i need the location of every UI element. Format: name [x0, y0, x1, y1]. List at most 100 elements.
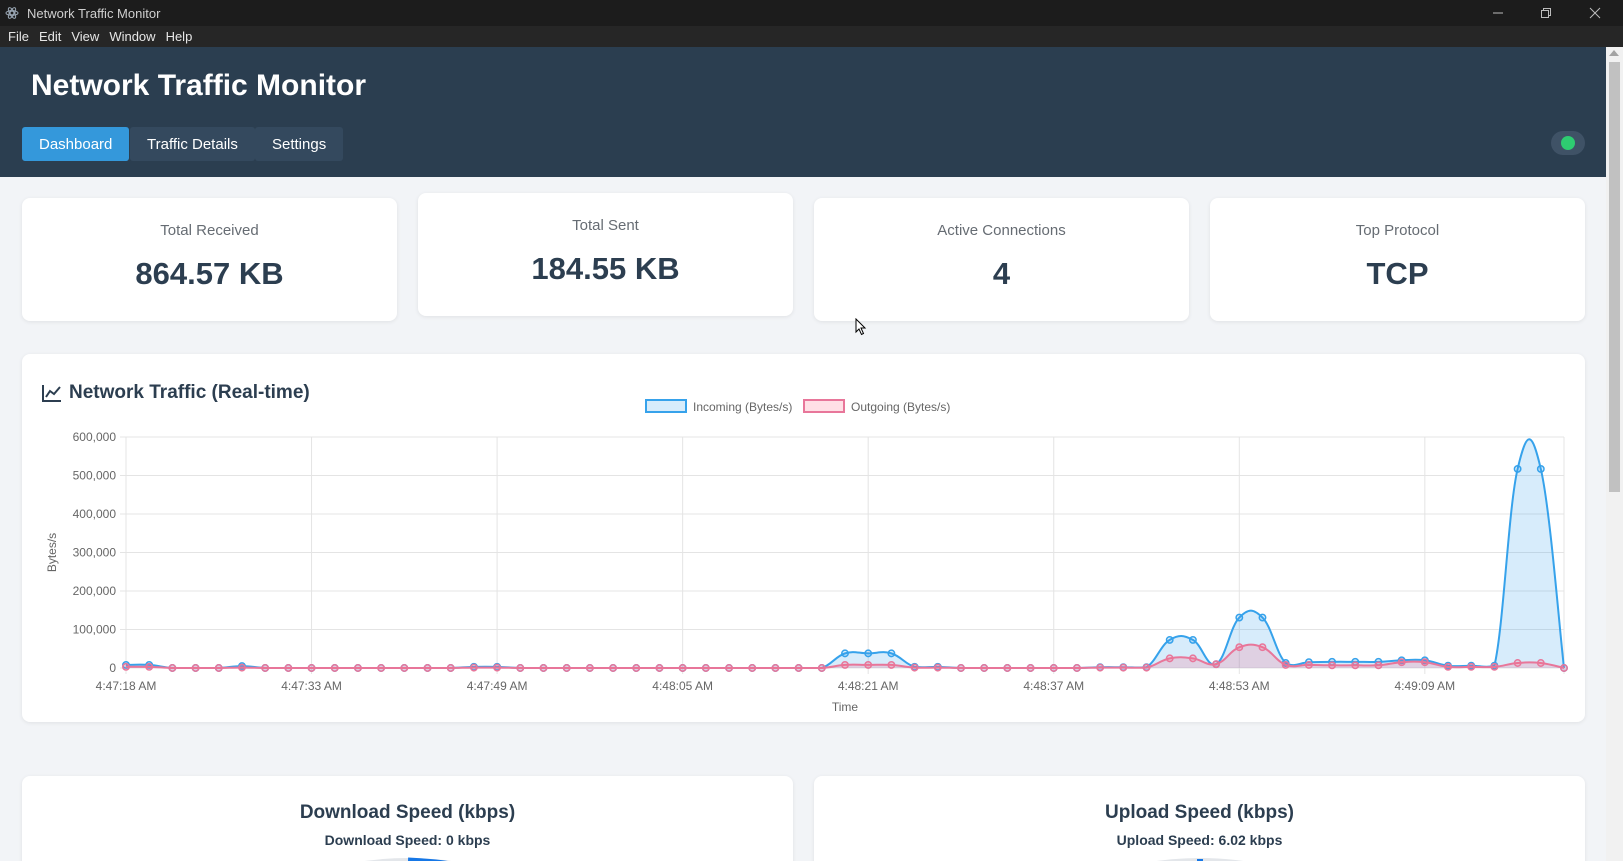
menu-bar: File Edit View Window Help	[0, 26, 1623, 47]
data-point	[1258, 643, 1267, 652]
restore-icon[interactable]	[1522, 0, 1570, 26]
data-point	[1397, 658, 1406, 667]
data-point	[933, 663, 942, 672]
data-point	[1235, 643, 1244, 652]
data-point	[1536, 465, 1545, 473]
data-point	[1212, 660, 1221, 669]
scroll-up-icon[interactable]	[1609, 50, 1619, 56]
data-point	[1072, 664, 1081, 672]
y-tick-label: 300,000	[73, 546, 117, 560]
stat-value: 864.57 KB	[135, 256, 284, 291]
legend-swatch	[645, 399, 687, 413]
app-icon	[5, 7, 19, 19]
chart-series	[122, 438, 1568, 672]
data-point	[887, 649, 896, 658]
y-tick-label: 200,000	[73, 584, 117, 598]
stat-card-top-protocol: Top Protocol TCP	[1210, 198, 1585, 321]
data-point	[632, 664, 641, 672]
chart-grid	[120, 436, 1565, 674]
data-point	[145, 662, 154, 671]
menu-edit[interactable]: Edit	[34, 29, 66, 44]
download-speed-gauge	[364, 857, 452, 861]
tab-dashboard[interactable]: Dashboard	[22, 127, 130, 161]
upload-speed-title: Upload Speed (kbps)	[1105, 802, 1294, 823]
connection-status	[1551, 131, 1585, 155]
data-point	[1188, 635, 1197, 644]
data-point	[1513, 465, 1522, 473]
y-tick-label: 600,000	[73, 430, 117, 444]
data-point	[1420, 658, 1429, 667]
app-header: Network Traffic Monitor Dashboard Traffi…	[0, 47, 1606, 177]
data-point	[1374, 661, 1383, 670]
menu-window[interactable]: Window	[104, 29, 160, 44]
stat-card-total-received: Total Received 864.57 KB	[22, 198, 397, 321]
data-point	[353, 664, 362, 672]
data-point	[1165, 635, 1174, 644]
data-point	[1026, 664, 1035, 672]
data-point	[817, 664, 826, 672]
menu-help[interactable]: Help	[161, 29, 198, 44]
download-speed-title: Download Speed (kbps)	[299, 802, 516, 823]
close-icon[interactable]	[1571, 0, 1619, 26]
data-point	[725, 664, 733, 672]
tab-settings[interactable]: Settings	[255, 127, 344, 161]
data-point	[585, 664, 594, 672]
data-point	[655, 664, 664, 672]
legend-label: Outgoing (Bytes/s)	[851, 400, 950, 414]
upload-speed-text: Upload Speed: 6.02 kbps	[1116, 832, 1283, 848]
stat-value: 184.55 KB	[531, 251, 680, 286]
stat-label: Active Connections	[937, 222, 1066, 239]
stat-value: 4	[992, 256, 1011, 291]
y-tick-label: 100,000	[73, 623, 117, 637]
data-point	[284, 664, 293, 672]
series-line-0	[125, 438, 1565, 669]
data-point	[1258, 613, 1267, 622]
mouse-cursor-icon	[855, 318, 867, 336]
data-point	[1328, 661, 1337, 670]
scrollbar-thumb[interactable]	[1609, 62, 1620, 492]
data-point	[1560, 664, 1568, 672]
data-point	[377, 664, 386, 672]
app-title: Network Traffic Monitor	[31, 69, 367, 102]
stat-label: Top Protocol	[1355, 222, 1440, 239]
legend-swatch	[803, 399, 845, 413]
data-point	[1003, 664, 1012, 672]
data-point	[469, 663, 478, 672]
x-tick-label: 4:47:49 AM	[467, 679, 528, 693]
data-point	[771, 664, 780, 672]
window-titlebar: Network Traffic Monitor	[0, 0, 1623, 26]
status-indicator-icon	[1561, 136, 1575, 150]
data-point	[1351, 661, 1360, 670]
data-point	[400, 664, 409, 672]
data-point	[1119, 663, 1128, 672]
data-point	[1188, 654, 1197, 663]
stat-label: Total Sent	[572, 217, 639, 234]
menu-file[interactable]: File	[3, 29, 34, 44]
data-point	[423, 664, 432, 672]
x-axis-title: Time	[832, 700, 859, 714]
y-axis-title: Bytes/s	[45, 533, 59, 572]
data-point	[1049, 664, 1058, 672]
x-tick-label: 4:47:33 AM	[281, 679, 342, 693]
data-point	[122, 662, 130, 671]
data-point	[1513, 659, 1522, 667]
data-point	[910, 663, 919, 672]
data-point	[516, 664, 525, 672]
x-tick-label: 4:48:05 AM	[652, 679, 713, 693]
tab-traffic-details[interactable]: Traffic Details	[130, 127, 255, 161]
upload-speed-card: Upload Speed (kbps) Upload Speed: 6.02 k…	[814, 776, 1585, 861]
data-point	[1096, 663, 1105, 672]
x-tick-label: 4:49:09 AM	[1394, 679, 1455, 693]
stat-card-total-sent: Total Sent 184.55 KB	[418, 193, 793, 316]
data-point	[493, 663, 502, 672]
data-point	[864, 649, 873, 658]
menu-view[interactable]: View	[66, 29, 104, 44]
y-tick-label: 500,000	[73, 469, 117, 483]
minimize-icon[interactable]	[1474, 0, 1522, 26]
data-point	[238, 663, 246, 672]
data-point	[191, 664, 200, 672]
data-point	[1142, 663, 1151, 672]
data-point	[539, 664, 548, 672]
data-point	[261, 664, 270, 672]
traffic-line-chart: 0 100,000 200,000 300,000 400,000 500,000 600,…	[45, 399, 1568, 714]
